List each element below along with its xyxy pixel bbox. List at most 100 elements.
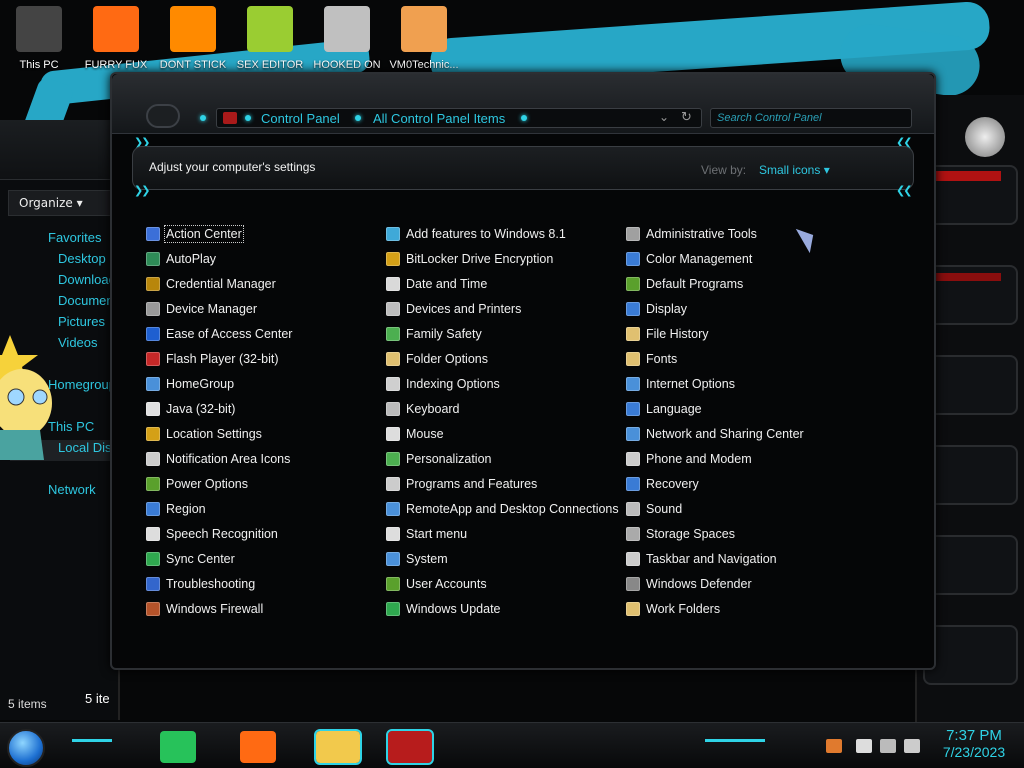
control-panel-item[interactable]: Storage Spaces (626, 524, 862, 544)
windows-update-icon (386, 602, 400, 616)
desktop-icon[interactable]: VM0Technic... (385, 6, 463, 71)
control-panel-item[interactable]: Notification Area Icons (146, 449, 382, 469)
control-panel-item[interactable]: Action Center (146, 224, 382, 244)
control-panel-item-label: Java (32-bit) (166, 402, 236, 416)
control-panel-item[interactable]: Add features to Windows 8.1 (386, 224, 622, 244)
control-panel-item[interactable]: Fonts (626, 349, 862, 369)
control-panel-item[interactable]: Ease of Access Center (146, 324, 382, 344)
control-panel-item[interactable]: Device Manager (146, 299, 382, 319)
control-panel-item[interactable]: Internet Options (626, 374, 862, 394)
control-panel-item[interactable]: Personalization (386, 449, 622, 469)
taskbar-clock[interactable]: 7:37 PM 7/23/2023 (932, 727, 1016, 760)
organize-button[interactable]: Organize ▾ (8, 190, 120, 216)
control-panel-item[interactable]: Display (626, 299, 862, 319)
address-bar[interactable]: Control Panel All Control Panel Items ⌄ … (216, 108, 702, 128)
chevron-left-icon: ❮❮ (896, 184, 913, 197)
control-panel-item[interactable]: Default Programs (626, 274, 862, 294)
tray-notification-icon[interactable] (826, 739, 842, 753)
control-panel-item[interactable]: Keyboard (386, 399, 622, 419)
control-panel-item[interactable]: Recovery (626, 474, 862, 494)
nav-item[interactable]: Desktop (10, 251, 120, 272)
control-panel-item[interactable]: Troubleshooting (146, 574, 382, 594)
control-panel-icon (223, 112, 237, 124)
control-panel-item[interactable]: Sound (626, 499, 862, 519)
desktop-icons: This PC FURRY FUX DONT STICK SEX EDITOR HOOK… (0, 0, 480, 76)
control-panel-item[interactable]: Mouse (386, 424, 622, 444)
control-panel-item[interactable]: Sync Center (146, 549, 382, 569)
view-by-label: View by: (701, 163, 747, 177)
window-chrome: Control Panel All Control Panel Items ⌄ … (112, 74, 934, 134)
desktop-icon[interactable]: FURRY FUX (77, 6, 155, 71)
control-panel-item-label: Phone and Modem (646, 452, 752, 466)
control-panel-item[interactable]: User Accounts (386, 574, 622, 594)
refresh-icon[interactable]: ↻ (681, 110, 692, 125)
control-panel-item-label: Add features to Windows 8.1 (406, 227, 566, 241)
control-panel-item[interactable]: Java (32-bit) (146, 399, 382, 419)
control-panel-item[interactable]: Start menu (386, 524, 622, 544)
start-button[interactable] (7, 729, 45, 767)
control-panel-item[interactable]: Family Safety (386, 324, 622, 344)
network-icon[interactable] (880, 739, 896, 753)
nav-item[interactable]: Downloac (10, 272, 120, 293)
control-panel-item[interactable]: Folder Options (386, 349, 622, 369)
control-panel-item[interactable]: AutoPlay (146, 249, 382, 269)
control-panel-item[interactable]: Administrative Tools (626, 224, 862, 244)
control-panel-item[interactable]: Flash Player (32-bit) (146, 349, 382, 369)
nav-item[interactable]: Favorites (10, 230, 120, 251)
control-panel-item[interactable]: Language (626, 399, 862, 419)
control-panel-item[interactable]: Indexing Options (386, 374, 622, 394)
notification-icon (146, 452, 160, 466)
control-panel-item[interactable]: Color Management (626, 249, 862, 269)
control-panel-item[interactable]: Location Settings (146, 424, 382, 444)
display-icon (626, 302, 640, 316)
volume-icon[interactable] (904, 739, 920, 753)
control-panel-item[interactable]: Date and Time (386, 274, 622, 294)
breadcrumb-control-panel[interactable]: Control Panel (261, 111, 340, 126)
control-panel-item[interactable]: Windows Defender (626, 574, 862, 594)
control-panel-icon[interactable] (386, 729, 434, 765)
control-panel-item[interactable]: Power Options (146, 474, 382, 494)
breadcrumb-all-items[interactable]: All Control Panel Items (373, 111, 505, 126)
control-panel-item[interactable]: File History (626, 324, 862, 344)
desktop-icon[interactable]: HOOKED ON (308, 6, 386, 71)
control-panel-item[interactable]: Work Folders (626, 599, 862, 619)
control-panel-item[interactable]: System (386, 549, 622, 569)
desktop-icon[interactable]: SEX EDITOR (231, 6, 309, 71)
firefox-icon[interactable] (240, 731, 276, 763)
nav-item[interactable]: Documen (10, 293, 120, 314)
control-panel-item-label: Folder Options (406, 352, 488, 366)
file-explorer-icon[interactable] (314, 729, 362, 765)
sync-icon (146, 552, 160, 566)
control-panel-item-label: Credential Manager (166, 277, 276, 291)
control-panel-item[interactable]: Programs and Features (386, 474, 622, 494)
chevron-down-icon[interactable]: ⌄ (659, 110, 669, 124)
control-panel-item[interactable]: Region (146, 499, 382, 519)
back-forward-icon[interactable] (146, 104, 180, 128)
control-panel-item-label: User Accounts (406, 577, 487, 591)
control-panel-item[interactable]: Speech Recognition (146, 524, 382, 544)
notes-app-icon[interactable] (160, 731, 196, 763)
character-sticker (0, 335, 60, 460)
nav-item[interactable]: Network (10, 482, 120, 503)
control-panel-item[interactable]: Devices and Printers (386, 299, 622, 319)
control-panel-item[interactable]: Taskbar and Navigation (626, 549, 862, 569)
power-icon (146, 477, 160, 491)
nav-item[interactable]: Pictures (10, 314, 120, 335)
control-panel-item[interactable]: Phone and Modem (626, 449, 862, 469)
game-icon (324, 6, 370, 52)
search-input[interactable]: Search Control Panel (710, 108, 912, 128)
control-panel-item[interactable]: Credential Manager (146, 274, 382, 294)
control-panel-item[interactable]: Network and Sharing Center (626, 424, 862, 444)
desktop-icon[interactable]: DONT STICK (154, 6, 232, 71)
control-panel-item[interactable]: RemoteApp and Desktop Connections (386, 499, 622, 519)
control-panel-item-label: Sound (646, 502, 683, 516)
desktop-icon[interactable]: This PC (0, 6, 78, 71)
control-panel-item[interactable]: Windows Firewall (146, 599, 382, 619)
control-panel-item[interactable]: HomeGroup (146, 374, 382, 394)
action-center-flag-icon[interactable] (856, 739, 872, 753)
control-panel-item[interactable]: Windows Update (386, 599, 622, 619)
view-by-dropdown[interactable]: Small icons ▾ (759, 163, 830, 177)
system-icon (386, 552, 400, 566)
control-panel-item-label: Notification Area Icons (166, 452, 291, 466)
control-panel-item[interactable]: BitLocker Drive Encryption (386, 249, 622, 269)
